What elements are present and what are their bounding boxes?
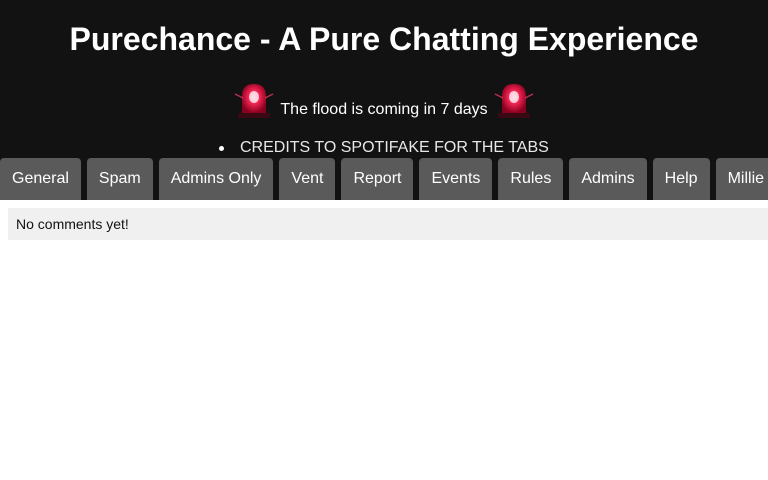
tab-bar: General Spam Admins Only Vent Report Eve…: [0, 158, 768, 200]
tab-vent[interactable]: Vent: [279, 158, 336, 200]
comments-empty-state: No comments yet!: [8, 208, 768, 240]
siren-icon: [494, 84, 533, 118]
tab-report[interactable]: Report: [341, 158, 414, 200]
tab-millie[interactable]: Millie: [715, 158, 768, 200]
tab-help[interactable]: Help: [652, 158, 710, 200]
tab-general[interactable]: General: [0, 158, 81, 200]
tab-spam[interactable]: Spam: [86, 158, 153, 200]
credits-item: CREDITS TO SPOTIFAKE FOR THE TABS: [219, 139, 549, 156]
site-header: Purechance - A Pure Chatting Experience …: [0, 0, 768, 200]
page-title: Purechance - A Pure Chatting Experience: [69, 21, 699, 57]
tab-admins-only[interactable]: Admins Only: [158, 158, 274, 200]
tab-admins[interactable]: Admins: [569, 158, 647, 200]
flood-notice: The flood is coming in 7 days: [0, 80, 768, 120]
flood-notice-text: The flood is coming in 7 days: [280, 101, 488, 118]
tab-rules[interactable]: Rules: [498, 158, 564, 200]
siren-icon: [235, 84, 274, 118]
tab-events[interactable]: Events: [419, 158, 493, 200]
